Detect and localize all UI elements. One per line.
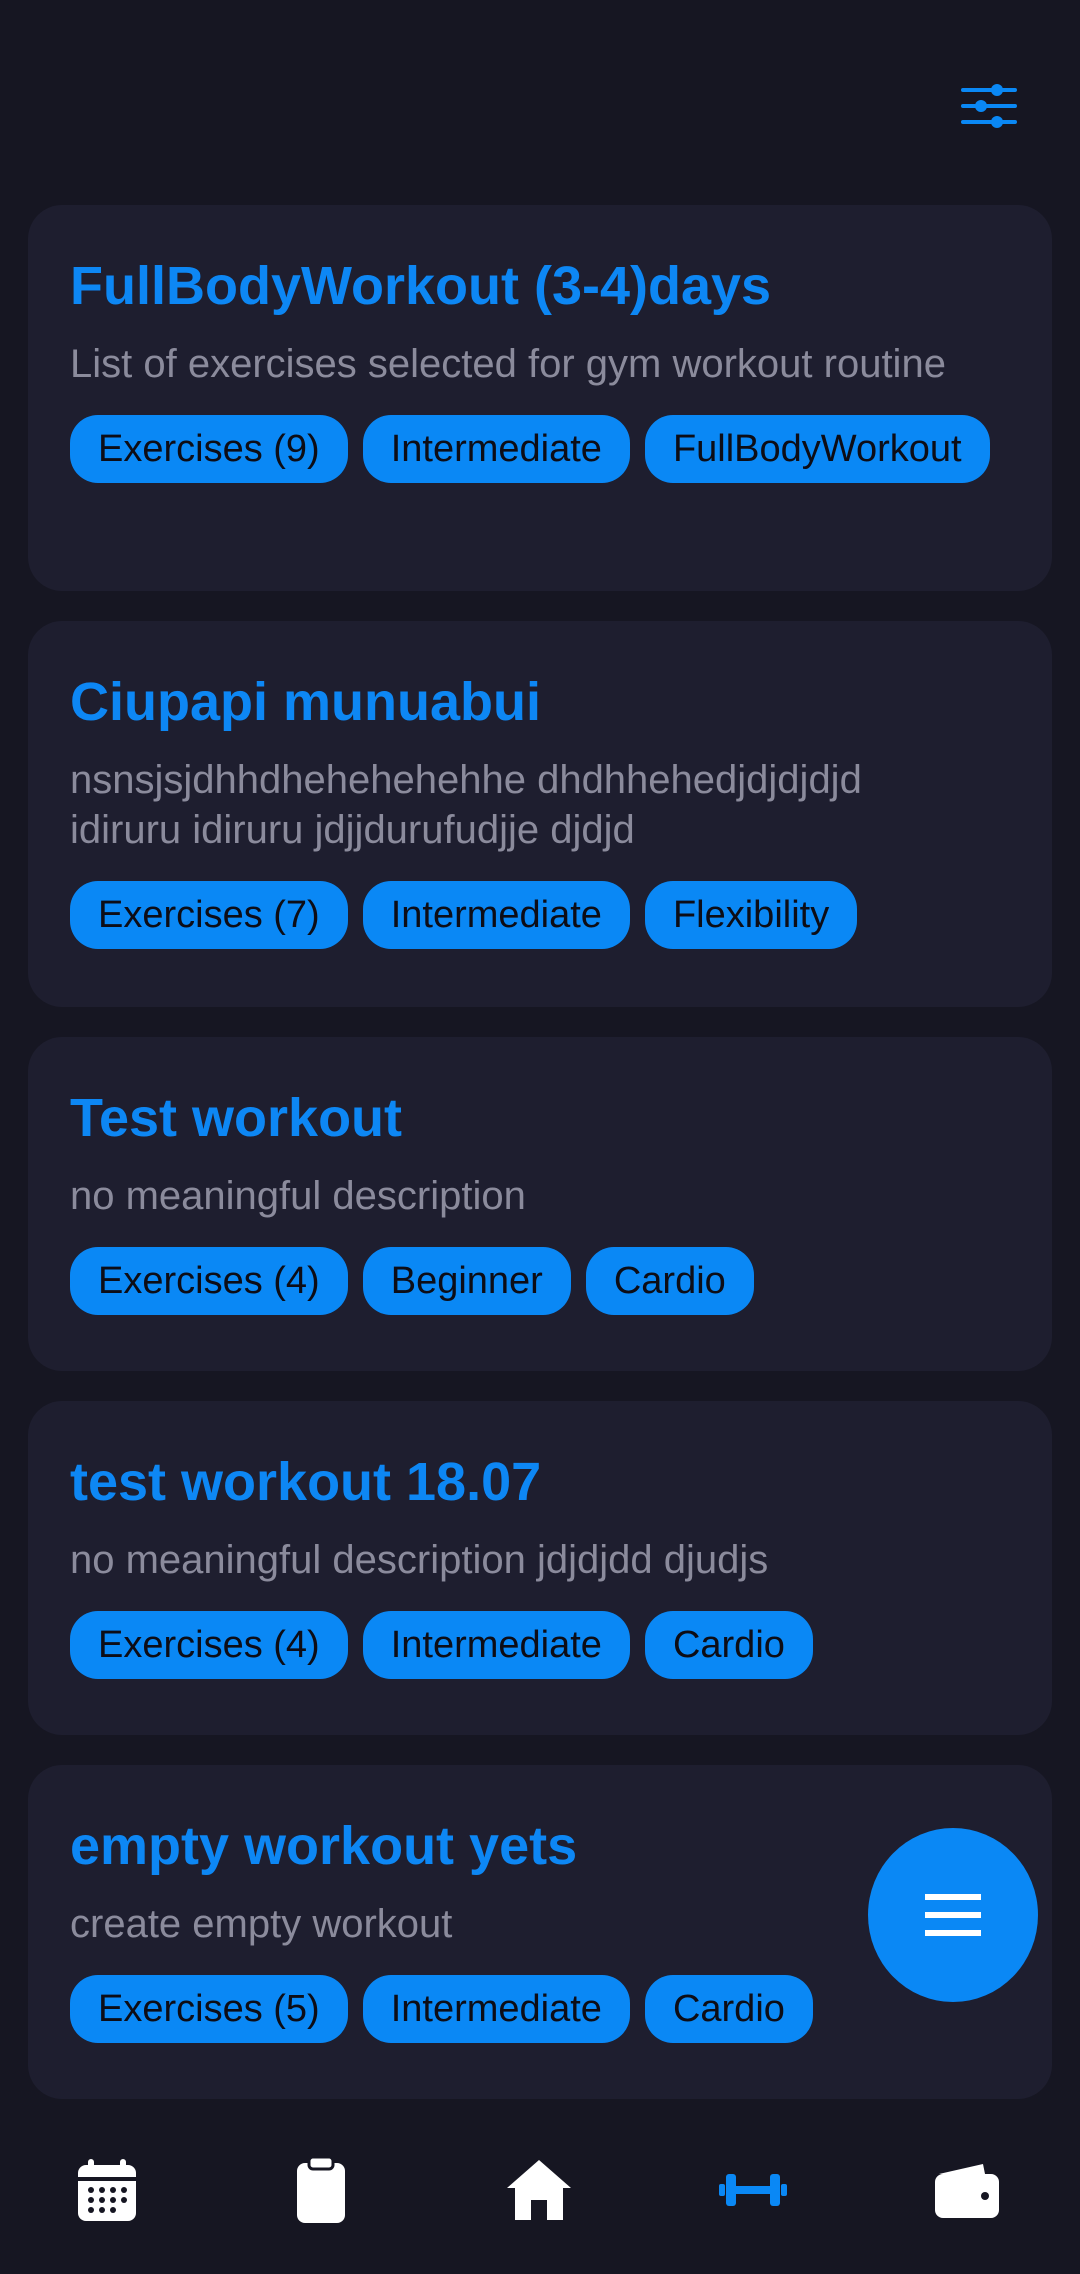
- workout-list: FullBodyWorkout (3-4)days List of exerci…: [28, 205, 1052, 2129]
- workout-description: nsnsjsjdhhdhehehehehhe dhdhhehedjdjdjdjd…: [70, 758, 862, 852]
- difficulty-tag: Intermediate: [362, 1611, 630, 1679]
- workout-title: empty workout yets: [70, 1816, 578, 1876]
- workout-card[interactable]: test workout 18.07 no meaningful descrip…: [28, 1401, 1052, 1735]
- workout-title: Test workout: [70, 1088, 403, 1148]
- category-tag: Cardio: [644, 1611, 813, 1679]
- dumbbell-icon: [719, 2174, 787, 2206]
- category-tag: FullBodyWorkout: [644, 415, 990, 483]
- tag-row: Exercises (4) Intermediate Cardio: [70, 1611, 1010, 1679]
- exercises-count-tag: Exercises (4): [70, 1611, 348, 1679]
- tag-row: Exercises (9) Intermediate FullBodyWorko…: [70, 415, 1010, 483]
- difficulty-tag: Intermediate: [362, 415, 630, 483]
- wallet-icon: [935, 2164, 999, 2218]
- category-tag: Cardio: [644, 1975, 813, 2043]
- workout-description: create empty workout: [70, 1902, 453, 1946]
- calendar-icon: [78, 2159, 136, 2221]
- workout-card[interactable]: FullBodyWorkout (3-4)days List of exerci…: [28, 205, 1052, 591]
- workout-card[interactable]: Test workout no meaningful description E…: [28, 1037, 1052, 1371]
- workout-card[interactable]: Ciupapi munuabui nsnsjsjdhhdhehehehehhe …: [28, 621, 1052, 1007]
- exercises-count-tag: Exercises (4): [70, 1247, 348, 1315]
- workouts-screen: FullBodyWorkout (3-4)days List of exerci…: [0, 0, 1080, 2274]
- workout-description: no meaningful description jdjdjdd djudjs: [70, 1538, 769, 1582]
- nav-calendar[interactable]: [67, 2150, 147, 2230]
- nav-wallet[interactable]: [927, 2150, 1007, 2230]
- menu-fab-button[interactable]: [868, 1828, 1038, 2002]
- nav-home[interactable]: [499, 2150, 579, 2230]
- exercises-count-tag: Exercises (7): [70, 881, 348, 949]
- tag-row: Exercises (4) Beginner Cardio: [70, 1247, 1010, 1315]
- tag-row: Exercises (7) Intermediate Flexibility: [70, 881, 1010, 949]
- nav-workouts[interactable]: [713, 2150, 793, 2230]
- workout-description: no meaningful description: [70, 1174, 526, 1218]
- bottom-navigation: [0, 2100, 1080, 2274]
- difficulty-tag: Beginner: [362, 1247, 571, 1315]
- clipboard-icon: [297, 2155, 345, 2223]
- tag-row: Exercises (5) Intermediate Cardio: [70, 1975, 1010, 2043]
- menu-icon: [925, 1894, 981, 1936]
- category-tag: Cardio: [585, 1247, 754, 1315]
- difficulty-tag: Intermediate: [362, 881, 630, 949]
- workout-title: Ciupapi munuabui: [70, 672, 541, 732]
- workout-title: FullBodyWorkout (3-4)days: [70, 256, 772, 316]
- home-icon: [507, 2160, 571, 2220]
- nav-clipboard[interactable]: [281, 2150, 361, 2230]
- filter-button[interactable]: [956, 78, 1022, 134]
- category-tag: Flexibility: [644, 881, 858, 949]
- exercises-count-tag: Exercises (5): [70, 1975, 348, 2043]
- sliders-icon: [961, 84, 1017, 128]
- difficulty-tag: Intermediate: [362, 1975, 630, 2043]
- workout-title: test workout 18.07: [70, 1452, 542, 1512]
- workout-description: List of exercises selected for gym worko…: [70, 342, 946, 386]
- exercises-count-tag: Exercises (9): [70, 415, 348, 483]
